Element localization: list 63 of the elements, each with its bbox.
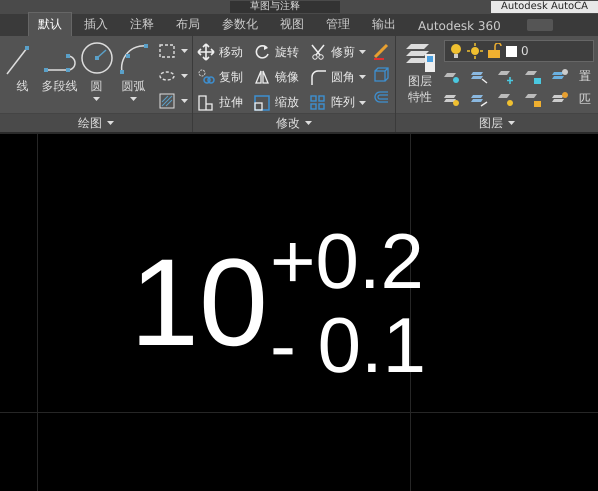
sun-icon[interactable] [467, 43, 483, 59]
hatch-icon[interactable] [158, 92, 176, 110]
caret-icon [181, 49, 188, 53]
tool-label[interactable]: 旋转 [275, 44, 299, 61]
tool-label[interactable]: 圆 [90, 78, 102, 95]
layer-name: 0 [521, 44, 529, 58]
ribbon-tab[interactable]: 布局 [166, 12, 210, 36]
tool-label[interactable]: 圆角 [331, 68, 355, 86]
panel-title[interactable]: 绘图 [78, 114, 102, 132]
tool-label[interactable]: 缩放 [275, 94, 299, 112]
fillet-corner-icon[interactable] [309, 68, 327, 86]
circle-icon[interactable] [78, 40, 114, 76]
padlock-icon[interactable] [487, 43, 502, 59]
scissors-icon[interactable] [309, 43, 327, 62]
dropdown-caret-icon[interactable] [359, 75, 366, 80]
ribbon-tab[interactable]: 视图 [270, 12, 314, 36]
rectangle-icon[interactable] [158, 42, 176, 60]
window-title: Autodesk AutoCA [491, 1, 598, 13]
ribbon-tab[interactable]: 输出 [362, 12, 406, 36]
scale-squares-icon[interactable] [253, 94, 271, 112]
dimension-value: 10 [130, 241, 268, 366]
layer-properties-label[interactable]: 图层特性 [407, 74, 433, 106]
caret-icon [508, 121, 515, 125]
caret-icon [107, 121, 114, 125]
tool-label[interactable]: 匹 [579, 90, 591, 108]
panel-toggle-button[interactable] [526, 19, 553, 31]
ribbon-tab[interactable]: 默认 [28, 12, 72, 36]
move-arrows-icon[interactable] [197, 43, 215, 62]
tool-label[interactable]: 修剪 [331, 44, 355, 61]
upper-tolerance: +0.2 [270, 219, 425, 304]
caret-icon [181, 99, 188, 103]
caret-icon [130, 97, 137, 101]
ribbon-tab[interactable]: 管理 [316, 12, 360, 36]
caret-icon [305, 121, 312, 125]
lower-tolerance: - 0.1 [270, 303, 426, 388]
workspace-dropdown[interactable]: 草图与注释 [230, 1, 340, 13]
tool-label[interactable]: 多段线 [42, 78, 78, 95]
copy-circles-icon[interactable] [197, 68, 215, 86]
panel-title[interactable]: 修改 [276, 114, 300, 132]
panel-title[interactable]: 图层 [479, 114, 503, 132]
mirror-triangles-icon[interactable] [253, 68, 271, 86]
ribbon-tab[interactable]: 参数化 [212, 12, 268, 36]
tool-label[interactable]: 复制 [219, 68, 243, 86]
stretch-shape-icon[interactable] [197, 94, 215, 112]
ribbon-tab[interactable]: 注释 [120, 12, 164, 36]
tool-label[interactable]: 置 [579, 68, 591, 84]
tool-label[interactable]: 阵列 [331, 94, 355, 112]
tool-label[interactable]: 拉伸 [219, 94, 243, 112]
dropdown-caret-icon[interactable] [359, 50, 366, 54]
color-swatch [506, 46, 517, 56]
tool-label[interactable]: 移动 [219, 44, 243, 61]
ribbon-tab[interactable]: Autodesk 360 [408, 15, 511, 36]
tool-label[interactable]: 镜像 [275, 68, 299, 86]
layer-dropdown[interactable]: 0 [444, 40, 594, 62]
tool-label[interactable]: 圆弧 [122, 78, 146, 95]
caret-icon [181, 74, 188, 78]
rotate-arrow-icon[interactable] [253, 43, 271, 62]
caret-icon [93, 97, 100, 101]
bulb-icon[interactable] [449, 43, 463, 59]
pencil-eraser-icon[interactable] [372, 42, 390, 60]
tool-label[interactable]: 线 [16, 78, 28, 95]
ribbon-tab[interactable]: 插入 [74, 12, 118, 36]
dropdown-caret-icon[interactable] [359, 100, 366, 105]
